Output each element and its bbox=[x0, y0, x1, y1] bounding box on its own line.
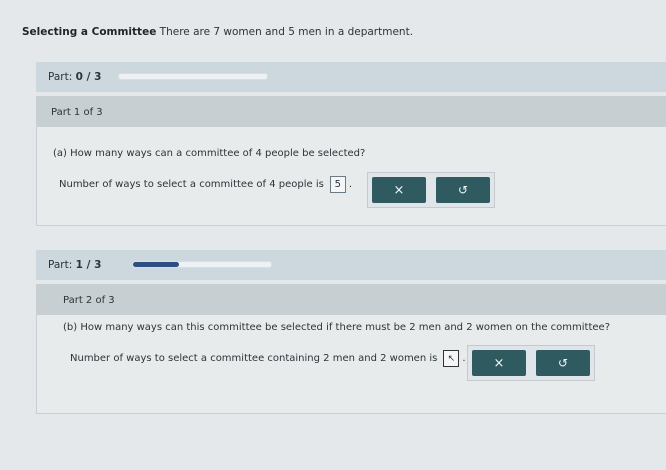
part-1-panel: Part 1 of 3 (a) How many ways can a comm… bbox=[36, 96, 666, 226]
answer-prefix: Number of ways to select a committee con… bbox=[70, 353, 438, 364]
part-progress-label: Part: 1 / 3 bbox=[48, 259, 102, 271]
clear-answer-button[interactable]: × bbox=[372, 177, 426, 203]
question-text: (b) How many ways can this committee be … bbox=[63, 322, 611, 333]
problem-title: Selecting a Committee bbox=[22, 26, 157, 38]
answer-line: Number of ways to select a committee con… bbox=[70, 350, 466, 367]
progress-track bbox=[118, 73, 268, 80]
answer-input[interactable]: 5 bbox=[329, 176, 346, 193]
undo-button[interactable]: ↺ bbox=[436, 177, 490, 203]
progress-track bbox=[132, 261, 272, 268]
answer-prefix: Number of ways to select a committee of … bbox=[59, 179, 324, 190]
answer-suffix: . bbox=[462, 353, 466, 364]
undo-icon: ↺ bbox=[557, 356, 569, 370]
part-progress-bar-2: Part: 1 / 3 bbox=[36, 250, 666, 280]
part-title-strip: Part 1 of 3 bbox=[37, 97, 666, 127]
clear-answer-button[interactable]: × bbox=[472, 350, 526, 376]
part-2-panel: Part 2 of 3 (b) How many ways can this c… bbox=[36, 284, 666, 414]
answer-suffix: . bbox=[348, 179, 353, 190]
part-progress-bar-1: Part: 0 / 3 bbox=[36, 62, 666, 92]
answer-input[interactable]: ↖ bbox=[443, 350, 460, 367]
part-progress-value: 0 / 3 bbox=[75, 71, 102, 83]
answer-button-group: × ↺ bbox=[467, 345, 595, 381]
question-text: (a) How many ways can a committee of 4 p… bbox=[53, 148, 366, 159]
problem-header: Selecting a Committee There are 7 women … bbox=[22, 26, 413, 38]
undo-button[interactable]: ↺ bbox=[536, 350, 590, 376]
part-progress-value: 1 / 3 bbox=[75, 259, 102, 271]
part-title: Part 2 of 3 bbox=[63, 295, 115, 306]
cursor-icon: ↖ bbox=[447, 354, 456, 364]
undo-icon: ↺ bbox=[457, 183, 469, 197]
answer-line: Number of ways to select a committee of … bbox=[59, 176, 352, 193]
close-icon: × bbox=[493, 355, 505, 371]
close-icon: × bbox=[393, 182, 405, 198]
problem-statement: There are 7 women and 5 men in a departm… bbox=[159, 26, 414, 38]
part-progress-label: Part: 0 / 3 bbox=[48, 71, 102, 83]
progress-fill bbox=[133, 262, 179, 267]
part-title: Part 1 of 3 bbox=[51, 107, 103, 118]
part-title-strip: Part 2 of 3 bbox=[37, 285, 666, 315]
answer-button-group: × ↺ bbox=[367, 172, 495, 208]
